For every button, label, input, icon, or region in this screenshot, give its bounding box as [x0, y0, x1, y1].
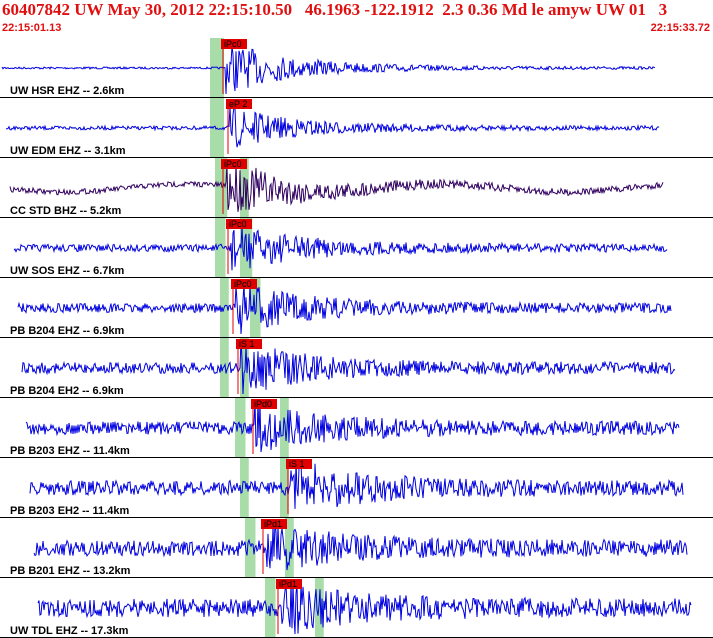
station-label: PB B203 EH2 -- 11.4km: [10, 505, 129, 517]
station-label: PB B204 EH2 -- 6.9km: [10, 385, 124, 397]
pick-label: iPd0: [254, 399, 272, 409]
trace-panel: iS 1 PB B204 EH2 -- 6.9km: [0, 338, 713, 398]
start-time-label: 22:15:01.13: [2, 22, 62, 34]
station-label: UW TDL EHZ -- 17.3km: [10, 625, 129, 637]
event-header: 60407842 UW May 30, 2012 22:15:10.50 46.…: [0, 0, 713, 38]
trace-panel: eP 2 UW EDM EHZ -- 3.1km: [0, 98, 713, 158]
pick-label: iPc0: [224, 159, 242, 169]
trace-panel: iPc0 UW HSR EHZ -- 2.6km: [0, 38, 713, 98]
waveform-trace: [29, 459, 684, 509]
waveform-trace: [5, 105, 660, 148]
station-label: PB B203 EHZ -- 11.4km: [10, 445, 130, 457]
trace-panel: iS 1 PB B203 EH2 -- 11.4km: [0, 458, 713, 518]
waveform-trace: [33, 521, 688, 571]
trace-panel: iPd1 PB B201 EHZ -- 13.2km: [0, 518, 713, 578]
event-title: 60407842 UW May 30, 2012 22:15:10.50 46.…: [2, 0, 668, 19]
trace-panel: iPc0 PB B204 EHZ -- 6.9km: [0, 278, 713, 338]
station-label: UW EDM EHZ -- 3.1km: [10, 145, 126, 157]
pick-label: iS 1: [239, 339, 255, 349]
station-label: CC STD BHZ -- 5.2km: [10, 205, 121, 217]
end-time-label: 22:15:33.72: [650, 22, 710, 34]
trace-panel: iPc0 CC STD BHZ -- 5.2km: [0, 158, 713, 218]
station-label: PB B204 EHZ -- 6.9km: [10, 325, 125, 337]
pick-label: eP 2: [229, 99, 247, 109]
pick-label: iPc0: [234, 279, 252, 289]
seismogram-plot: iPc0 UW HSR EHZ -- 2.6km eP 2 UW EDM EHZ --…: [0, 38, 713, 638]
pick-label: iS 1: [289, 459, 305, 469]
station-label: PB B201 EHZ -- 13.2km: [10, 565, 131, 577]
pick-label: iPd1: [264, 519, 282, 529]
pick-label: iPc0: [224, 39, 242, 49]
station-label: UW SOS EHZ -- 6.7km: [10, 265, 125, 277]
trace-panel: iPd1 UW TDL EHZ -- 17.3km: [0, 578, 713, 638]
waveform-trace: [13, 225, 668, 271]
pick-label: iPd1: [279, 579, 297, 589]
pick-label: iPc0: [229, 219, 247, 229]
trace-panel: iPd0 PB B203 EHZ -- 11.4km: [0, 398, 713, 458]
pick-window: [245, 518, 256, 577]
waveform-trace: [37, 580, 692, 635]
trace-panel: iPc0 UW SOS EHZ -- 6.7km: [0, 218, 713, 278]
station-label: UW HSR EHZ -- 2.6km: [10, 85, 125, 97]
